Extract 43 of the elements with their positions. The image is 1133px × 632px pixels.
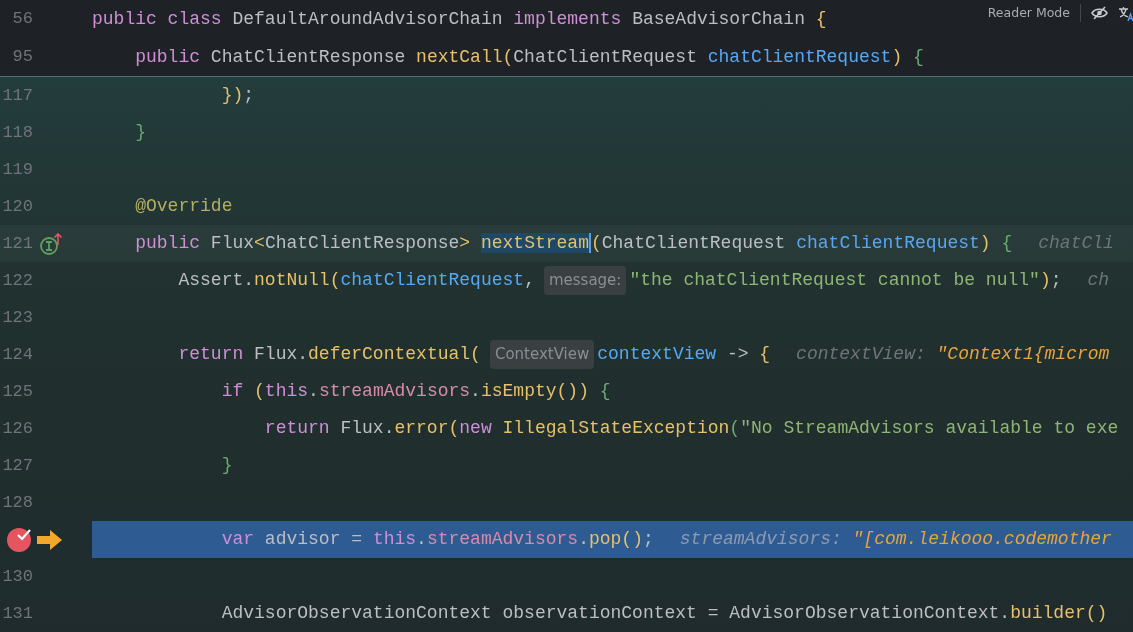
line-number: 128 (1, 491, 33, 514)
line-number: 127 (1, 454, 33, 477)
line-number: 126 (1, 417, 33, 440)
code-text: public ChatClientResponse nextCall(ChatClientRequest chatClientRequest) { (135, 45, 924, 69)
line-number: 120 (1, 195, 33, 218)
line-number: 123 (1, 306, 33, 329)
code-text: AdvisorObservationContext observationContext = AdvisorObservationContext.builder() (221, 602, 1108, 625)
line-number: 125 (1, 380, 33, 403)
code-text: } (221, 454, 233, 477)
breakpoint-icon[interactable] (6, 526, 32, 553)
code-text: Assert.notNull(chatClientRequest, (178, 269, 535, 292)
code-text: public class DefaultAroundAdvisorChain implements BaseAdvisorChain { (92, 7, 827, 31)
line-number: 118 (1, 121, 33, 144)
arrow-icon[interactable] (36, 527, 63, 552)
code-text: contextView -> { (597, 343, 771, 366)
debug-value: chatCli (1038, 232, 1114, 255)
line-number: 95 (11, 46, 33, 69)
line-number: 121 (1, 232, 33, 255)
code-text: return Flux.deferContextual( (178, 343, 481, 366)
line-number: 130 (1, 565, 33, 588)
debug-value: ch (1087, 269, 1110, 292)
translate-icon[interactable] (1118, 4, 1133, 22)
line-number: 124 (1, 343, 33, 366)
code-text: "the chatClientRequest cannot be null"); (629, 269, 1062, 292)
debug-value: streamAdvisors: "[com.leikooo.codemother (679, 528, 1112, 551)
parameter-hint: ContextView (489, 340, 595, 369)
code-text: if (this.streamAdvisors.isEmpty()) { (221, 380, 611, 403)
hidden-eye-icon[interactable] (1091, 5, 1108, 21)
line-number: 131 (1, 602, 33, 625)
line-number: 117 (1, 84, 33, 107)
code-text: return Flux.error(new IllegalStateException("No StreamAdvisors available to exe (264, 417, 1119, 440)
line-number: 119 (1, 158, 33, 181)
line-number: 122 (1, 269, 33, 292)
line-number: 56 (11, 8, 33, 31)
code-text: @Override (135, 195, 233, 218)
code-text: public Flux<ChatClientResponse> nextStream(ChatClientRequest chatClientRequest) { (135, 232, 1013, 255)
code-text: } (135, 121, 147, 144)
parameter-hint: message: (543, 266, 627, 295)
implementation-arrow-icon[interactable] (39, 231, 63, 256)
code-text: var advisor = this.streamAdvisors.pop(); (221, 528, 654, 551)
reader-mode-link[interactable]: Reader Mode (987, 3, 1070, 23)
code-text: }); (221, 84, 255, 107)
debug-value: contextView: "Context1{microm (796, 343, 1110, 366)
